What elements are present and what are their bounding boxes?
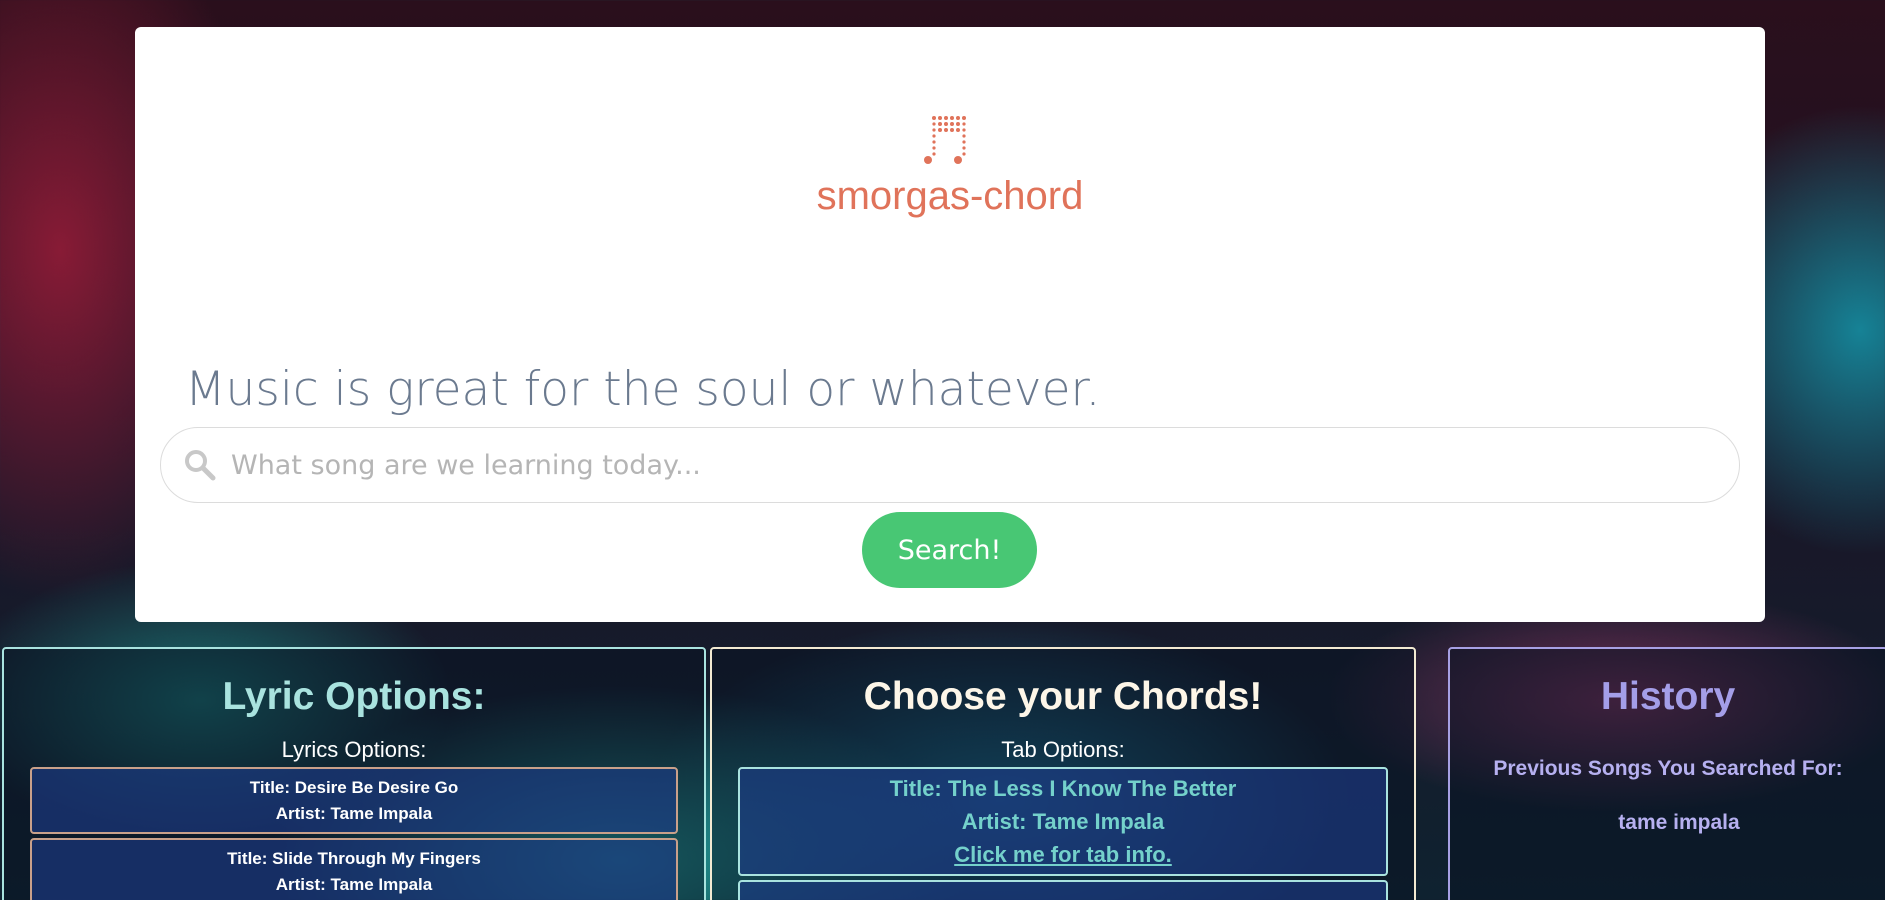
lyric-panel-title: Lyric Options: [222, 675, 486, 718]
search-bar [160, 427, 1740, 503]
lyric-option-title: Title: Slide Through My Fingers [227, 849, 481, 868]
tab-option-card [738, 880, 1388, 900]
brand-logo: smorgas-chord [135, 112, 1765, 219]
history-item[interactable]: tame impala [1450, 811, 1885, 835]
lyric-option-artist: Artist: Tame Impala [275, 875, 433, 894]
music-note-icon [924, 116, 966, 164]
chords-panel-title: Choose your Chords! [863, 675, 1263, 718]
tab-info-link[interactable]: Click me for tab info. [740, 838, 1386, 871]
lyric-option-card[interactable]: Title: Desire Be Desire Go Artist: Tame … [30, 767, 678, 834]
tab-option-title: Title: The Less I Know The Better [889, 776, 1237, 801]
page-tagline: Music is great for the soul or whatever. [185, 362, 1101, 417]
history-panel: History Previous Songs You Searched For:… [1448, 647, 1885, 900]
tab-option-artist: Artist: Tame Impala [961, 809, 1165, 834]
hero-card: smorgas-chord Music is great for the sou… [135, 27, 1765, 622]
chords-panel: Choose your Chords! Tab Options: Title: … [710, 647, 1416, 900]
lyric-options-panel: Lyric Options: Lyrics Options: Title: De… [2, 647, 706, 900]
lyric-option-artist: Artist: Tame Impala [275, 804, 433, 823]
lyric-option-title: Title: Desire Be Desire Go [249, 778, 459, 797]
tab-options-label: Tab Options: [1001, 737, 1125, 762]
lyrics-options-label: Lyrics Options: [281, 737, 427, 762]
history-panel-title: History [1600, 675, 1736, 718]
search-button[interactable]: Search! [862, 512, 1037, 588]
brand-name: smorgas-chord [816, 174, 1084, 218]
search-input[interactable] [231, 435, 1681, 495]
search-icon [185, 450, 216, 481]
history-label: Previous Songs You Searched For: [1493, 757, 1843, 780]
lyric-option-card[interactable]: Title: Slide Through My Fingers Artist: … [30, 838, 678, 900]
tab-option-card: Title: The Less I Know The Better Artist… [738, 767, 1388, 876]
